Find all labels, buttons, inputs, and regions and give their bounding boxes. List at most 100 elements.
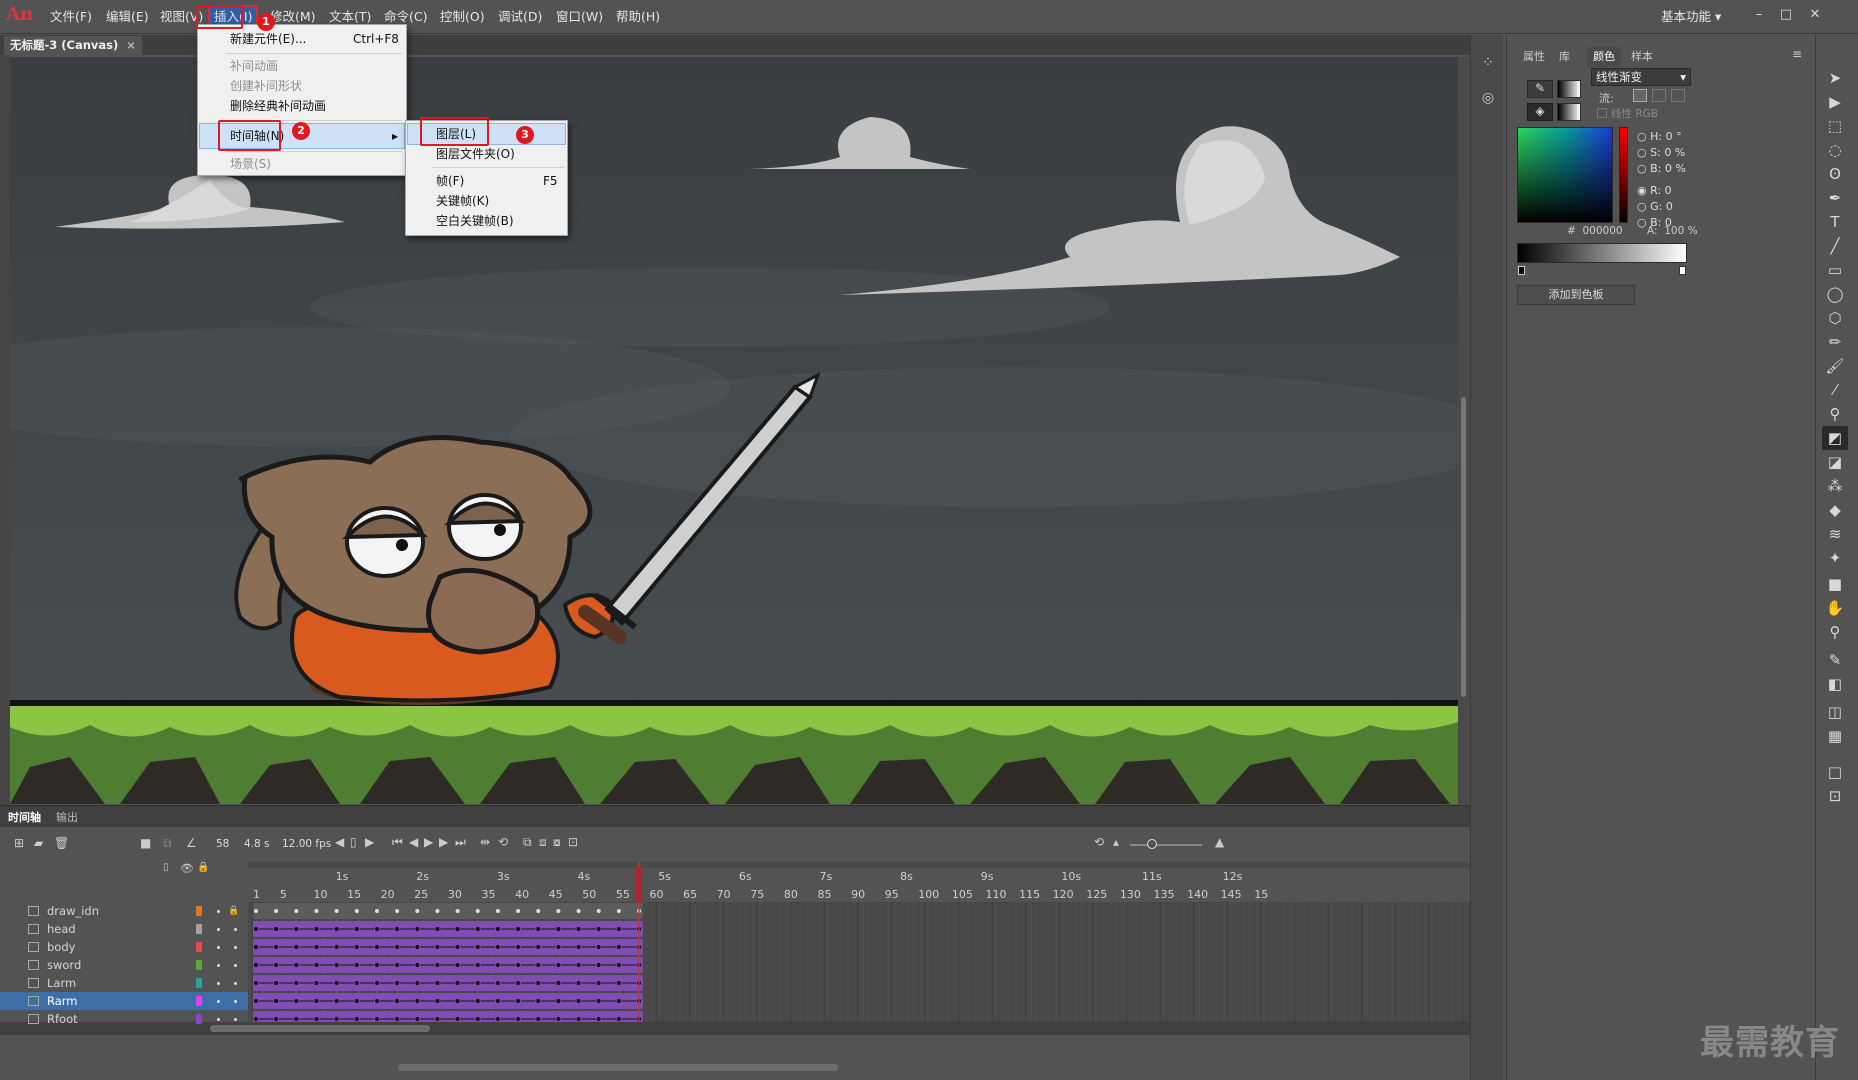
green-row[interactable]: ○ G: 0 [1637,200,1707,216]
keyframe[interactable] [395,981,400,985]
menu-remove-classic-tween[interactable]: 删除经典补间动画 [198,96,406,116]
keyframe[interactable] [455,927,460,931]
components-icon[interactable]: ⁘ [1478,55,1498,75]
keyframe[interactable] [475,945,480,949]
layer-color-swatch[interactable] [196,906,202,916]
go-first-icon[interactable]: ⏮ [392,835,403,850]
stroke-swatch[interactable] [1557,80,1581,98]
onion-skin-icon[interactable]: ⧉ [523,835,532,850]
parent-view-icon[interactable]: ⧉ [163,836,172,851]
keyframe[interactable] [616,945,621,949]
keyframe[interactable] [455,999,460,1003]
lock-icon[interactable]: 🔒 [228,902,239,920]
keyframe[interactable] [395,963,400,967]
keyframe[interactable] [616,1017,621,1021]
layer-row-sword[interactable]: sword [0,956,248,974]
play-icon[interactable]: ▶ [424,835,433,849]
hex-value[interactable]: 000000 [1583,225,1623,237]
keyframe[interactable] [596,1017,601,1021]
keyframe[interactable] [576,981,581,985]
frame-span[interactable] [253,903,643,919]
keyframe[interactable] [415,927,420,931]
keyframe[interactable] [334,927,339,931]
gradient-stop-white[interactable] [1679,266,1686,275]
frame-rate[interactable]: 12.00 fps [282,838,331,850]
keyframe[interactable] [294,927,299,931]
hand-tool-icon[interactable]: ✋ [1822,596,1848,620]
keyframe[interactable] [354,981,359,985]
color-slider[interactable] [1619,127,1628,223]
keyframe[interactable] [455,1017,460,1021]
layer-color-swatch[interactable] [196,978,202,988]
minimize-button[interactable]: – [1746,6,1772,26]
keyframe[interactable] [254,927,258,931]
alpha-value[interactable]: 100 % [1664,225,1697,237]
layer-row-body[interactable]: body [0,938,248,956]
prev-keyframe-icon[interactable]: ◀ [335,835,344,849]
lock-dot[interactable] [234,946,237,949]
layer-color-swatch[interactable] [196,942,202,952]
lasso-tool-icon[interactable]: ʘ [1822,162,1848,186]
current-frame[interactable]: 58 [216,838,229,850]
stroke-color-icon[interactable]: ✎ [1527,80,1553,98]
keyframe[interactable] [435,963,440,967]
keyframe[interactable] [374,999,379,1003]
keyframe[interactable] [536,945,541,949]
keyframe[interactable] [254,981,258,985]
lock-dot[interactable] [234,964,237,967]
red-value[interactable]: 0 [1665,184,1672,197]
keyframe[interactable] [495,963,500,967]
stage-view-icon[interactable]: □ [1822,760,1848,784]
fill-color-icon[interactable]: ◈ [1527,103,1553,121]
new-layer-icon[interactable]: ⊞ [14,836,24,850]
keyframe[interactable] [415,945,420,949]
keyframe[interactable] [616,909,621,913]
visibility-dot[interactable] [217,1000,220,1003]
tab-swatches[interactable]: 样本 [1625,47,1659,67]
keyframe[interactable] [354,1017,359,1021]
keyframe[interactable] [395,927,400,931]
keyframe[interactable] [475,927,480,931]
keyframe[interactable] [314,927,319,931]
keyframe[interactable] [495,909,500,913]
tween-span[interactable] [253,1011,643,1022]
keyframe[interactable] [495,945,500,949]
layer-name[interactable]: Rarm [47,992,78,1010]
layer-color-swatch[interactable] [196,1014,202,1024]
keyframe[interactable] [294,999,299,1003]
keyframe[interactable] [254,963,258,967]
keyframe[interactable] [516,927,521,931]
keyframe[interactable] [616,981,621,985]
keyframe[interactable] [274,999,279,1003]
width-tool-icon[interactable]: ≋ [1822,522,1848,546]
red-row[interactable]: ◉ R: 0 [1637,184,1707,200]
gradient-stop-black[interactable] [1518,266,1525,275]
keyframe[interactable] [455,963,460,967]
keyframe[interactable] [536,963,541,967]
stage-vertical-scrollbar[interactable] [1458,57,1470,804]
add-swatch-button[interactable]: 添加到色板 [1517,285,1635,305]
keyframe[interactable] [334,1017,339,1021]
fill-color-tool-icon[interactable]: ◧ [1822,672,1848,696]
layer-row-head[interactable]: head [0,920,248,938]
keyframe[interactable] [294,1017,299,1021]
onion-outline-icon[interactable]: ⧈ [539,835,547,850]
keyframe[interactable] [254,999,258,1003]
saturation-value[interactable]: 0 % [1664,146,1685,159]
visibility-dot[interactable] [217,910,220,913]
rectangle-tool-icon[interactable]: ▭ [1822,258,1848,282]
keyframe[interactable] [435,945,440,949]
keyframe[interactable] [576,927,581,931]
delete-layer-icon[interactable]: 🗑 [54,836,69,850]
layer-color-swatch[interactable] [196,924,202,934]
keyframe[interactable] [536,909,541,913]
oval-tool-icon[interactable]: ◯ [1822,282,1848,306]
menu-help[interactable]: 帮助(H) [616,7,660,27]
keyframe[interactable] [435,999,440,1003]
layer-row-Rfoot[interactable]: Rfoot [0,1010,248,1028]
keyframe[interactable] [354,963,359,967]
menu-debug[interactable]: 调试(D) [498,7,542,27]
layer-row-Larm[interactable]: Larm [0,974,248,992]
asset-warp-tool-icon[interactable]: ✦ [1822,546,1848,570]
keyframe[interactable] [495,999,500,1003]
